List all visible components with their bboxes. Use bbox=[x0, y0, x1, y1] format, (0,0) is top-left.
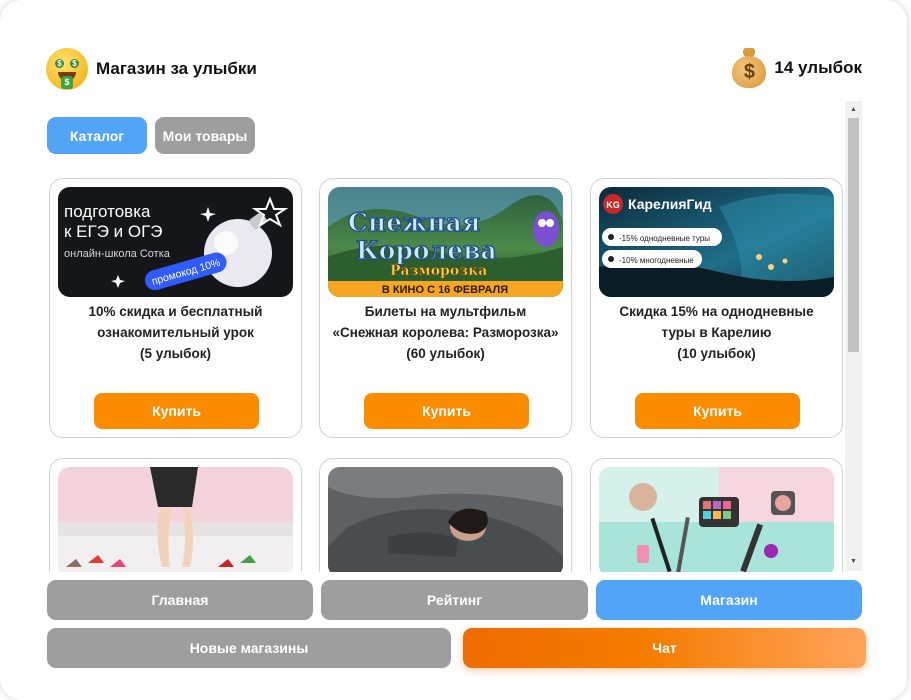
nav-new-shops-button[interactable]: Новые магазины bbox=[47, 628, 451, 668]
nav-chat-button[interactable]: Чат bbox=[463, 628, 866, 668]
scroll-down-icon[interactable]: ▼ bbox=[845, 555, 862, 569]
catalog-scrollbar[interactable]: ▲ ▼ bbox=[845, 101, 862, 571]
buy-button[interactable]: Купить bbox=[364, 393, 529, 429]
scrollbar-thumb[interactable] bbox=[848, 118, 859, 352]
card-image-shoes-photo bbox=[58, 467, 293, 572]
svg-text:онлайн-школа Сотка: онлайн-школа Сотка bbox=[64, 248, 171, 260]
secondary-nav: Новые магазины Чат bbox=[47, 628, 866, 668]
svg-text:Снежная: Снежная bbox=[348, 208, 480, 237]
buy-button[interactable]: Купить bbox=[94, 393, 259, 429]
svg-text:к ЕГЭ и ОГЭ: к ЕГЭ и ОГЭ bbox=[64, 222, 163, 241]
header: $ $ $ Магазин за улыбки $ 14 улыбок bbox=[46, 48, 862, 92]
shoes-photo-art bbox=[58, 467, 293, 572]
cosmetics-photo-art bbox=[599, 467, 834, 572]
balance-text: 14 улыбок bbox=[774, 58, 862, 77]
svg-text:-10% многодневные: -10% многодневные bbox=[619, 256, 694, 265]
svg-text:КарелияГид: КарелияГид bbox=[628, 196, 712, 212]
brand: $ $ $ Магазин за улыбки bbox=[46, 48, 257, 90]
karelia-banner-art: KG КарелияГид -15% однодневные туры -10%… bbox=[599, 187, 834, 297]
card-image-sleeping-woman-photo bbox=[328, 467, 563, 572]
nav-rating-button[interactable]: Рейтинг bbox=[321, 580, 588, 620]
card-image-cosmetics-photo bbox=[599, 467, 834, 572]
svg-text:-15% однодневные туры: -15% однодневные туры bbox=[619, 234, 710, 243]
svg-text:KG: KG bbox=[606, 200, 620, 210]
nav-home-button[interactable]: Главная bbox=[47, 580, 313, 620]
buy-button[interactable]: Купить bbox=[635, 393, 800, 429]
sotka-banner-art: подготовка к ЕГЭ и ОГЭ онлайн-школа Сотк… bbox=[64, 196, 289, 291]
smiles-balance: $ 14 улыбок bbox=[732, 48, 862, 88]
page-title: Магазин за улыбки bbox=[96, 59, 257, 78]
svg-text:подготовка: подготовка bbox=[64, 202, 151, 221]
catalog-card: KG КарелияГид -15% однодневные туры -10%… bbox=[590, 178, 843, 438]
scroll-up-icon[interactable]: ▲ bbox=[845, 103, 862, 117]
card-description: 10% скидка и бесплатный ознакомительный … bbox=[88, 304, 263, 361]
catalog-card: Снежная Королева Разморозка В КИНО С 16 … bbox=[319, 178, 572, 438]
catalog-card bbox=[49, 458, 302, 572]
money-bag-icon: $ bbox=[732, 48, 767, 88]
catalog-card bbox=[590, 458, 843, 572]
svg-text:В КИНО С 16 ФЕВРАЛЯ: В КИНО С 16 ФЕВРАЛЯ bbox=[382, 284, 508, 296]
shop-tabs: Каталог Мои товары bbox=[47, 117, 255, 154]
tab-catalog[interactable]: Каталог bbox=[47, 117, 147, 154]
money-mouth-face-icon: $ $ $ bbox=[46, 48, 88, 90]
card-description: Билеты на мультфильм «Снежная королева: … bbox=[332, 304, 559, 361]
sleeping-woman-photo-art bbox=[328, 467, 563, 572]
catalog-card bbox=[319, 458, 572, 572]
snow-queen-banner-art: Снежная Королева Разморозка В КИНО С 16 … bbox=[328, 187, 563, 297]
catalog-grid[interactable]: подготовка к ЕГЭ и ОГЭ онлайн-школа Сотк… bbox=[47, 170, 845, 572]
tab-my-items[interactable]: Мои товары bbox=[155, 117, 255, 154]
card-description: Скидка 15% на однодневные туры в Карелию… bbox=[619, 304, 814, 361]
card-image-sotka-banner: подготовка к ЕГЭ и ОГЭ онлайн-школа Сотк… bbox=[58, 187, 293, 297]
svg-text:Разморозка: Разморозка bbox=[390, 263, 487, 279]
nav-shop-button[interactable]: Магазин bbox=[596, 580, 862, 620]
card-image-karelia-banner: KG КарелияГид -15% однодневные туры -10%… bbox=[599, 187, 834, 297]
card-image-snow-queen-banner: Снежная Королева Разморозка В КИНО С 16 … bbox=[328, 187, 563, 297]
main-nav: Главная Рейтинг Магазин bbox=[47, 580, 862, 620]
svg-text:Королева: Королева bbox=[356, 236, 497, 265]
catalog-card: подготовка к ЕГЭ и ОГЭ онлайн-школа Сотк… bbox=[49, 178, 302, 438]
